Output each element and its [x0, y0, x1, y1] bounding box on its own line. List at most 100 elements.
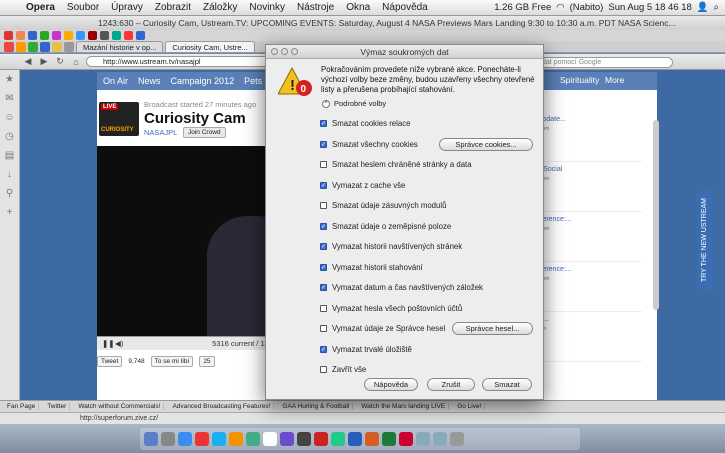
app-icon[interactable] [161, 432, 175, 446]
bookmark-icon[interactable] [76, 31, 85, 40]
cookie-manager-button[interactable]: Správce cookies... [439, 138, 533, 151]
status-link[interactable]: Go Live! [454, 403, 486, 410]
menu-okna[interactable]: Okna [340, 2, 376, 13]
menu-nastroje[interactable]: Nástroje [291, 2, 340, 13]
option-session-cookies[interactable]: ✓ Smazat cookies relace [320, 116, 535, 130]
back-icon[interactable]: ◀ [22, 56, 34, 67]
home-icon[interactable]: ⌂ [70, 57, 82, 67]
menu-zalozky[interactable]: Záložky [197, 2, 243, 13]
nav-campaign[interactable]: Campaign 2012 [171, 76, 235, 86]
option-geolocation[interactable]: ✓ Smazat údaje o zeměpisné poloze [320, 219, 535, 233]
app-icon[interactable] [178, 432, 192, 446]
pinned-tab-icon[interactable] [64, 41, 74, 52]
cancel-button[interactable]: Zrušit [427, 378, 475, 391]
pause-icon[interactable]: ❚❚ [102, 337, 115, 350]
try-new-ustream-tab[interactable]: TRY THE NEW USTREAM [697, 190, 713, 290]
menu-novinky[interactable]: Novinky [243, 2, 291, 13]
app-icon[interactable] [246, 432, 260, 446]
checkbox-cache[interactable]: ✓ [320, 181, 327, 189]
downloads-panel-icon[interactable]: ↓ [0, 165, 19, 184]
join-crowd-button[interactable]: Join Crowd [183, 127, 226, 138]
bookmark-icon[interactable] [88, 31, 97, 40]
checkbox-visited-history[interactable]: ✓ [320, 242, 327, 250]
app-icon[interactable] [229, 432, 243, 446]
bookmark-icon[interactable] [112, 31, 121, 40]
bookmarks-panel-icon[interactable]: ★ [0, 70, 19, 89]
pinned-tab-icon[interactable] [16, 41, 26, 52]
delete-button[interactable]: Smazat [482, 378, 532, 391]
bookmark-icon[interactable] [124, 31, 133, 40]
status-link[interactable]: Watch without Commercials! [75, 403, 165, 410]
option-plugin-data[interactable]: Smazat údaje zásuvných modulů [320, 198, 535, 212]
bookmark-icon[interactable] [28, 31, 37, 40]
gplus-button[interactable]: 25 [199, 355, 215, 367]
status-link[interactable]: Watch the Mars landing LIVE [358, 403, 450, 410]
option-visited-history[interactable]: ✓ Vymazat historii navštívených stránek [320, 239, 535, 253]
chevron-up-icon[interactable]: ^ [322, 99, 330, 108]
bookmark-icon[interactable] [40, 31, 49, 40]
channel-owner-link[interactable]: NASAJPL [144, 128, 177, 137]
add-panel-icon[interactable]: + [0, 203, 19, 222]
history-panel-icon[interactable]: ◷ [0, 127, 19, 146]
opera-icon[interactable] [195, 432, 209, 446]
bookmark-icon[interactable] [136, 31, 145, 40]
folder-icon[interactable] [416, 432, 430, 446]
checkbox-all-cookies[interactable]: ✓ [320, 140, 327, 148]
bookmark-icon[interactable] [100, 31, 109, 40]
option-cache[interactable]: ✓ Vymazat z cache vše [320, 178, 535, 192]
option-bookmark-visits[interactable]: ✓ Vymazat datum a čas navštívených zálože… [320, 280, 535, 294]
app-icon[interactable] [280, 432, 294, 446]
search-input[interactable]: dat pomocí Google [533, 57, 673, 68]
video-player[interactable] [97, 146, 275, 336]
close-icon[interactable] [271, 48, 278, 55]
pinned-tab-icon[interactable] [52, 41, 62, 52]
status-link[interactable]: Twitter [44, 403, 71, 410]
speed-dial-icon[interactable] [4, 41, 14, 52]
spotlight-icon[interactable]: ⌕ [714, 2, 719, 13]
menu-napoveda[interactable]: Nápověda [376, 2, 434, 13]
memory-status[interactable]: 1.26 GB Free [494, 2, 551, 13]
pinned-tab-icon[interactable] [28, 41, 38, 52]
app-icon[interactable] [314, 432, 328, 446]
powerpoint-icon[interactable] [365, 432, 379, 446]
minimize-icon[interactable] [281, 48, 288, 55]
app-icon[interactable] [331, 432, 345, 446]
tweet-button[interactable]: Tweet [97, 355, 123, 367]
nav-on-air[interactable]: On Air [103, 76, 128, 86]
pinned-tab-icon[interactable] [40, 41, 50, 52]
app-icon[interactable] [399, 432, 413, 446]
bookmark-icon[interactable] [16, 31, 25, 40]
app-icon[interactable] [297, 432, 311, 446]
contacts-panel-icon[interactable]: ☺ [0, 108, 19, 127]
details-toggle[interactable]: ^ Podrobné volby [322, 99, 386, 108]
option-password-pages[interactable]: Smazat heslem chráněné stránky a data [320, 157, 535, 171]
nav-spirituality[interactable]: Spirituality [560, 75, 599, 85]
user-icon[interactable]: 👤 [697, 2, 709, 13]
volume-icon[interactable]: ◀) [115, 337, 123, 350]
checkbox-session-cookies[interactable]: ✓ [320, 119, 327, 127]
skype-icon[interactable] [212, 432, 226, 446]
option-persistent-storage[interactable]: ✓ Vymazat trvalé úložiště [320, 342, 535, 356]
folder-icon[interactable] [433, 432, 447, 446]
checkbox-persistent-storage[interactable]: ✓ [320, 345, 327, 353]
tab-curiosity-cam[interactable]: Curiosity Cam, Ustre... [165, 41, 255, 52]
word-icon[interactable] [348, 432, 362, 446]
option-download-history[interactable]: ✓ Vymazat historii stahování [320, 260, 535, 274]
checkbox-mail-passwords[interactable] [320, 304, 327, 312]
checkbox-password-pages[interactable] [320, 160, 327, 168]
links-panel-icon[interactable]: ⚲ [0, 184, 19, 203]
password-manager-button[interactable]: Správce hesel... [452, 322, 533, 335]
excel-icon[interactable] [382, 432, 396, 446]
menu-zobrazit[interactable]: Zobrazit [149, 2, 197, 13]
checkbox-download-history[interactable]: ✓ [320, 263, 327, 271]
checkbox-bookmark-visits[interactable]: ✓ [320, 283, 327, 291]
nav-news[interactable]: News [138, 76, 161, 86]
menu-app[interactable]: Opera [20, 2, 61, 13]
like-button[interactable]: To se mi líbí [150, 355, 194, 367]
forward-icon[interactable]: ▶ [38, 56, 50, 67]
status-link[interactable]: Advanced Broadcasting Features! [169, 403, 275, 410]
wifi-icon[interactable]: ◠ [556, 2, 564, 13]
mail-panel-icon[interactable]: ✉ [0, 89, 19, 108]
trash-icon[interactable] [450, 432, 464, 446]
bookmark-icon[interactable] [64, 31, 73, 40]
